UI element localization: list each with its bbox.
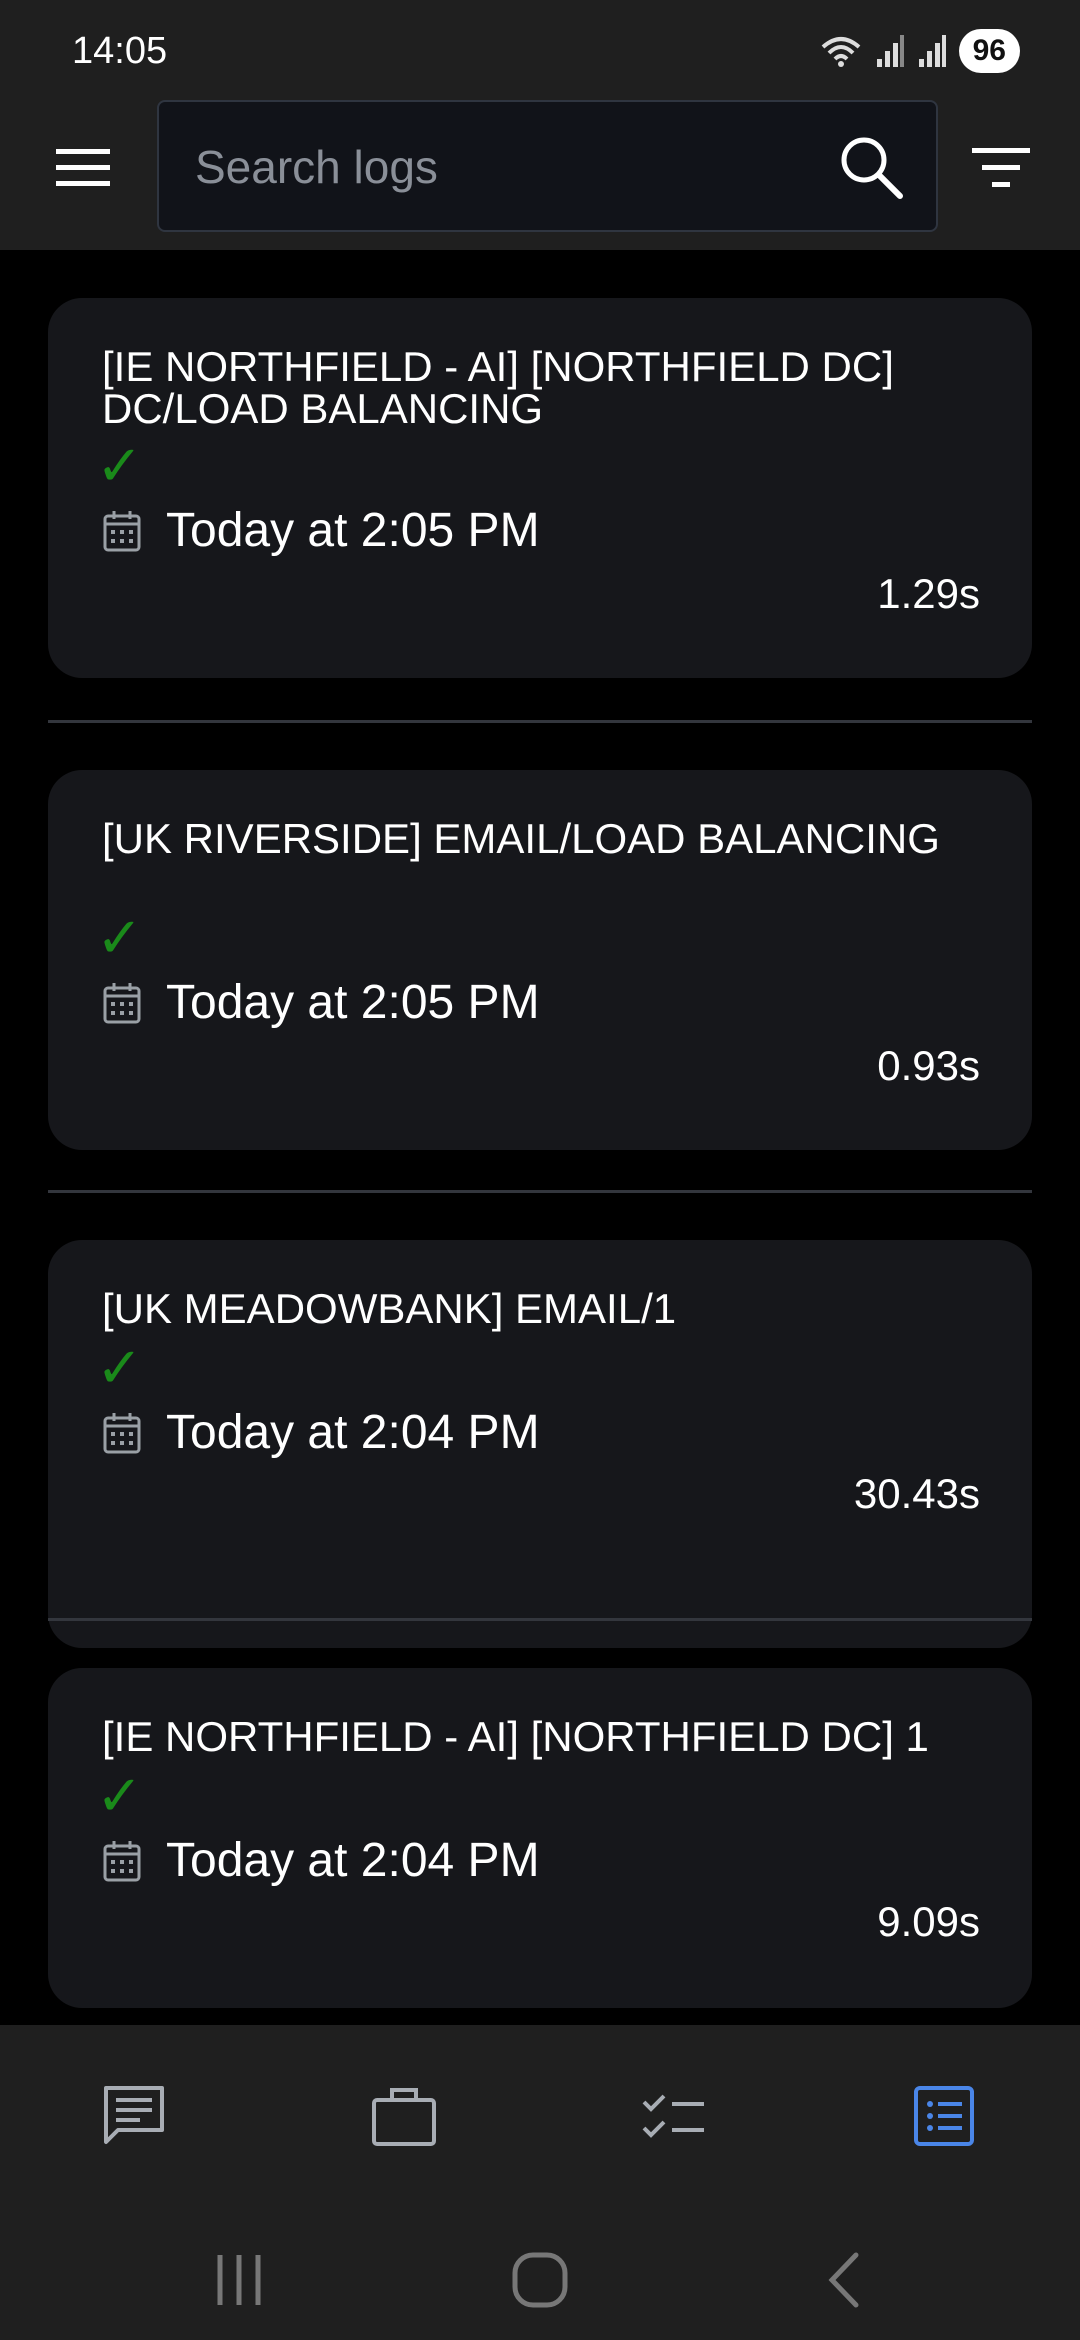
success-check-icon: ✓ <box>96 434 143 497</box>
log-duration: 9.09s <box>877 1898 980 1945</box>
signal-icon <box>876 35 904 67</box>
chat-icon[interactable] <box>98 2080 170 2152</box>
status-icons: 96 <box>819 28 1020 74</box>
logs-list-icon[interactable] <box>908 2080 980 2152</box>
calendar-icon <box>103 1840 141 1881</box>
log-duration: 30.43s <box>853 1470 980 1517</box>
log-title: [IE NORTHFIELD - AI] [NORTHFIELD DC] 1 <box>102 1713 929 1760</box>
log-date-row: Today at 2:05 PM <box>102 975 540 1030</box>
signal-r-icon <box>918 35 946 67</box>
log-date-row: Today at 2:04 PM <box>102 1405 540 1460</box>
log-date-row: Today at 2:04 PM <box>102 1833 540 1888</box>
log-date: Today at 2:04 PM <box>166 1406 540 1459</box>
log-date-row: Today at 2:05 PM <box>102 503 540 558</box>
status-time: 14:05 <box>72 30 168 72</box>
back-icon[interactable] <box>810 2245 880 2315</box>
log-date: Today at 2:04 PM <box>166 1834 540 1887</box>
filter-icon[interactable] <box>970 140 1032 196</box>
wifi-icon <box>821 37 860 67</box>
search-box <box>157 100 938 232</box>
recent-apps-icon[interactable] <box>204 2245 274 2315</box>
log-card[interactable]: [UK MEADOWBANK] EMAIL/1 ✓ Today at 2:04 … <box>48 1240 1032 1648</box>
success-check-icon: ✓ <box>96 906 143 969</box>
system-nav-bar <box>0 2205 1080 2340</box>
log-title: [IE NORTHFIELD - AI] [NORTHFIELD DC] DC/… <box>102 343 894 432</box>
divider <box>48 720 1032 723</box>
checklist-icon[interactable] <box>638 2080 710 2152</box>
briefcase-icon[interactable] <box>368 2080 440 2152</box>
log-card[interactable]: [IE NORTHFIELD - AI] [NORTHFIELD DC] 1 ✓… <box>48 1668 1032 2008</box>
log-card[interactable]: [UK RIVERSIDE] EMAIL/LOAD BALANCING ✓ To… <box>48 770 1032 1150</box>
calendar-icon <box>103 510 141 551</box>
divider <box>48 1190 1032 1193</box>
success-check-icon: ✓ <box>96 1336 143 1399</box>
search-icon[interactable] <box>836 132 906 202</box>
divider <box>48 1618 1032 1621</box>
bottom-nav <box>0 2025 1080 2205</box>
search-input[interactable] <box>195 132 755 202</box>
log-duration: 1.29s <box>877 570 980 617</box>
log-title: [UK RIVERSIDE] EMAIL/LOAD BALANCING <box>102 815 940 862</box>
success-check-icon: ✓ <box>96 1764 143 1827</box>
log-date: Today at 2:05 PM <box>166 504 540 557</box>
calendar-icon <box>103 1412 141 1453</box>
log-duration: 0.93s <box>877 1042 980 1089</box>
log-list[interactable]: [IE NORTHFIELD - AI] [NORTHFIELD DC] DC/… <box>0 250 1080 2025</box>
status-bar: 14:05 96 <box>0 0 1080 95</box>
calendar-icon <box>103 982 141 1023</box>
log-date: Today at 2:05 PM <box>166 976 540 1029</box>
menu-icon[interactable] <box>52 143 114 193</box>
home-icon[interactable] <box>505 2245 575 2315</box>
toolbar <box>0 95 1080 250</box>
log-title: [UK MEADOWBANK] EMAIL/1 <box>102 1285 677 1332</box>
battery-badge: 96 <box>958 29 1020 73</box>
log-card[interactable]: [IE NORTHFIELD - AI] [NORTHFIELD DC] DC/… <box>48 298 1032 678</box>
